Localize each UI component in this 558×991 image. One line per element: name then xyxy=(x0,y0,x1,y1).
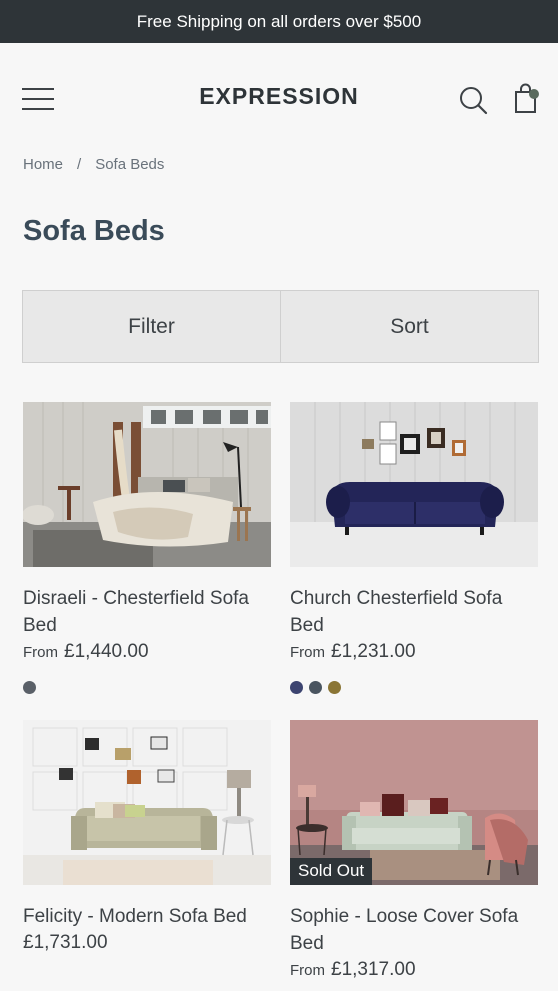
color-swatch[interactable] xyxy=(290,681,303,694)
breadcrumb-home-link[interactable]: Home xyxy=(23,156,63,173)
price-value: £1,231.00 xyxy=(331,641,416,662)
product-price: From £1,440.00 xyxy=(23,641,271,663)
product-title[interactable]: Disraeli - Chesterfield Sofa Bed xyxy=(23,585,271,639)
color-swatch[interactable] xyxy=(328,681,341,694)
product-image[interactable] xyxy=(23,402,271,567)
product-title[interactable]: Church Chesterfield Sofa Bed xyxy=(290,585,538,639)
product-card: Church Chesterfield Sofa Bed From £1,231.… xyxy=(290,402,538,694)
sort-button[interactable]: Sort xyxy=(280,291,538,362)
product-title[interactable]: Sophie - Loose Cover Sofa Bed xyxy=(290,903,538,957)
search-icon[interactable] xyxy=(458,85,488,115)
site-header: EXPRESSION xyxy=(0,43,558,155)
product-card: Felicity - Modern Sofa Bed £1,731.00 xyxy=(23,720,271,954)
sold-out-badge: Sold Out xyxy=(290,858,373,885)
price-prefix: From xyxy=(290,962,325,979)
price-prefix: From xyxy=(290,644,325,661)
product-price: From £1,231.00 xyxy=(290,641,538,663)
product-price: From £1,317.00 xyxy=(290,959,538,981)
filter-sort-bar: Filter Sort xyxy=(22,290,539,363)
color-swatches xyxy=(23,681,271,694)
product-price: £1,731.00 xyxy=(23,932,271,954)
product-card: Sold Out Sophie - Loose Cover Sofa Bed F… xyxy=(290,720,538,981)
filter-button[interactable]: Filter xyxy=(23,291,280,362)
breadcrumb-current: Sofa Beds xyxy=(95,156,165,173)
color-swatch[interactable] xyxy=(309,681,322,694)
page-title: Sofa Beds xyxy=(23,215,165,247)
price-value: £1,317.00 xyxy=(331,959,416,980)
price-prefix: From xyxy=(23,644,58,661)
product-image[interactable] xyxy=(23,720,271,885)
breadcrumb-separator: / xyxy=(77,156,82,173)
breadcrumb: Home / Sofa Beds xyxy=(23,156,164,173)
product-image[interactable]: Sold Out xyxy=(290,720,538,885)
color-swatch[interactable] xyxy=(23,681,36,694)
price-value: £1,731.00 xyxy=(23,932,108,953)
product-card: Disraeli - Chesterfield Sofa Bed From £1,… xyxy=(23,402,271,694)
shopping-bag-icon[interactable] xyxy=(513,83,543,115)
price-value: £1,440.00 xyxy=(64,641,149,662)
product-title[interactable]: Felicity - Modern Sofa Bed xyxy=(23,903,271,930)
color-swatches xyxy=(290,681,538,694)
product-image[interactable] xyxy=(290,402,538,567)
announcement-bar: Free Shipping on all orders over $500 xyxy=(0,0,558,43)
